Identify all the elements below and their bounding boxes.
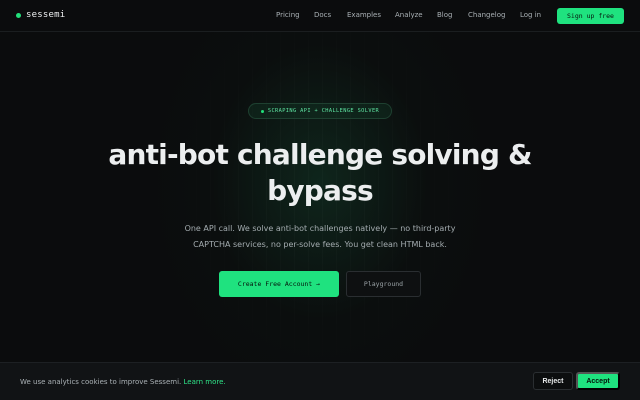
brand-dot-icon <box>16 12 21 18</box>
brand-name: sessemi <box>26 10 66 20</box>
hero-subtitle-line2: CAPTCHA services, no per-solve fees. You… <box>193 240 447 249</box>
nav-link-blog[interactable]: Blog <box>437 11 452 19</box>
cookie-text: We use analytics cookies to improve Sess… <box>20 378 226 386</box>
hero-headline-line1: anti-bot challenge solving & <box>108 138 532 171</box>
cookie-learn-more-link[interactable]: Learn more. <box>183 378 225 386</box>
hero-badge-text: SCRAPING API + CHALLENGE SOLVER <box>267 108 380 114</box>
nav-link-examples[interactable]: Examples <box>347 11 381 19</box>
badge-dot-icon <box>260 109 264 113</box>
playground-button[interactable]: Playground <box>346 271 421 297</box>
hero-subtitle-line1: One API call. We solve anti-bot challeng… <box>184 224 456 233</box>
nav-link-changelog[interactable]: Changelog <box>468 11 505 19</box>
signup-button[interactable]: Sign up free <box>557 8 624 24</box>
top-nav: sessemi Pricing Docs Examples Analyze Bl… <box>0 0 640 32</box>
brand-logo[interactable]: sessemi <box>16 10 65 20</box>
create-account-button[interactable]: Create Free Account → <box>219 271 339 297</box>
hero-headline: anti-bot challenge solving & bypass <box>80 137 560 209</box>
cookie-accept-button[interactable]: Accept <box>576 372 620 390</box>
hero-subtitle: One API call. We solve anti-bot challeng… <box>160 221 480 253</box>
hero-headline-line2: bypass <box>267 174 374 207</box>
nav-link-pricing[interactable]: Pricing <box>276 11 300 19</box>
nav-link-docs[interactable]: Docs <box>314 11 331 19</box>
nav-link-login[interactable]: Log in <box>520 11 541 19</box>
nav-link-analyze[interactable]: Analyze <box>395 11 423 19</box>
hero-badge: SCRAPING API + CHALLENGE SOLVER <box>248 103 392 119</box>
cookie-reject-button[interactable]: Reject <box>533 372 573 390</box>
cookie-message: We use analytics cookies to improve Sess… <box>20 378 182 386</box>
